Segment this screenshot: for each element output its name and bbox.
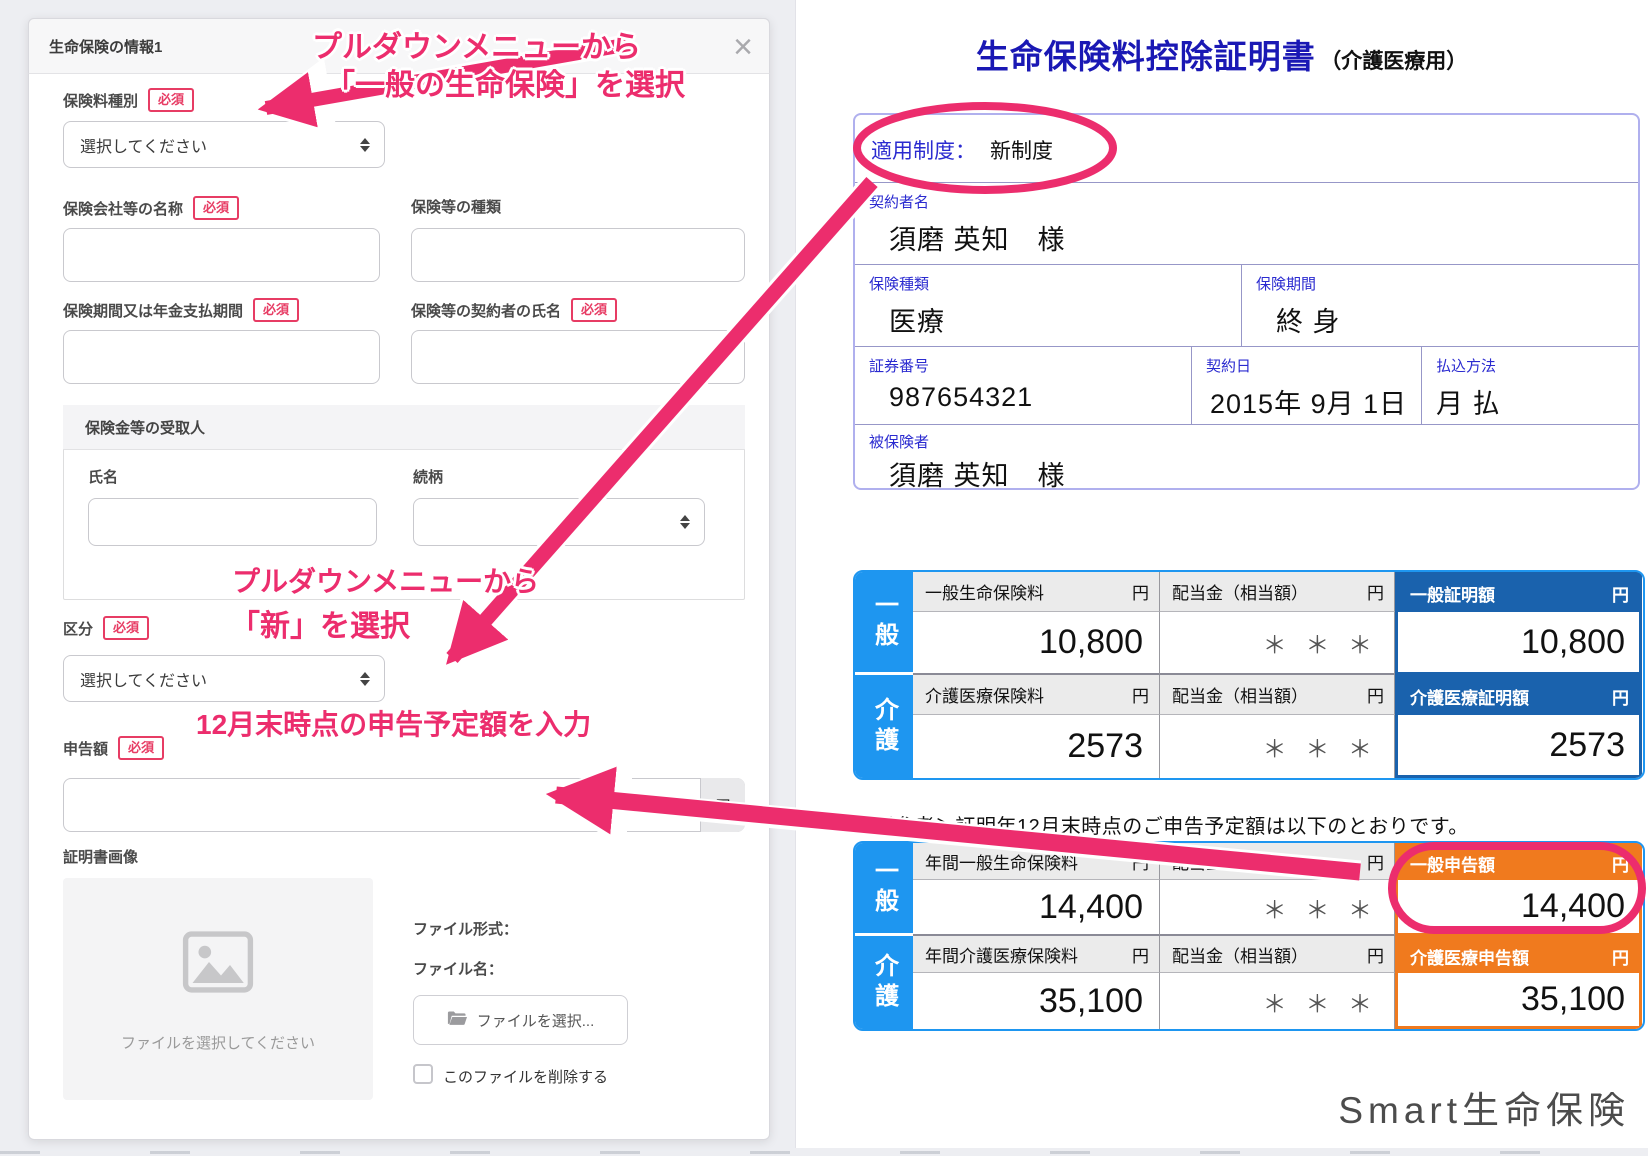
certified-value: 2573 (1395, 715, 1642, 778)
required-badge: 必須 (253, 298, 299, 322)
col-header: 一般生命保険料円 (913, 572, 1160, 612)
col-header: 配当金（相当額）円 (1160, 936, 1395, 973)
select-caret-icon (360, 138, 370, 152)
period-input[interactable] (63, 330, 380, 384)
company-name-label: 保険会社等の名称 必須 (63, 196, 239, 220)
file-name-label: ファイル名： (413, 958, 503, 979)
required-badge: 必須 (571, 298, 617, 322)
declared-value: 14,400 (1395, 880, 1642, 936)
declared-amount-label: 申告額 必須 (63, 736, 164, 760)
yen-addon: 円 (700, 778, 745, 832)
certificate-box: 適用制度： 新制度 契約者名 須磨 英知 様 保険種類 医療 保険期間 終 身 … (853, 113, 1640, 490)
premium-type-select[interactable]: 選択してください (63, 121, 385, 168)
annotation-note1-line2: 「一般の生命保険」を選択 (325, 60, 685, 104)
table-value: ＊ ＊ ＊ (1160, 973, 1395, 1029)
col-header: 介護医療保険料円 (913, 675, 1160, 715)
row-group-label: 介護 (855, 936, 913, 1029)
delete-file-label: このファイルを削除する (443, 1066, 608, 1087)
table-value: 10,800 (913, 612, 1160, 675)
annotation-note3: 12月末時点の申告予定額を入力 (196, 703, 591, 743)
col-header: 配当金（相当額）円 (1160, 843, 1395, 880)
category-label: 区分 必須 (63, 616, 149, 640)
type-period-row: 保険種類 医療 保険期間 終 身 (855, 265, 1638, 347)
annotation-note2-line1: プルダウンメニューから (232, 560, 539, 600)
contractor-row: 契約者名 須磨 英知 様 (855, 183, 1638, 265)
col-header: 年間一般生命保険料円 (913, 843, 1160, 880)
certificate-image-label: 証明書画像 (63, 846, 138, 867)
beneficiary-name-input[interactable] (88, 498, 377, 546)
contractor-name-input[interactable] (411, 330, 745, 384)
delete-file-checkbox[interactable] (413, 1064, 433, 1084)
applied-system-row: 適用制度： 新制度 (855, 115, 1638, 183)
required-badge: 必須 (118, 736, 164, 760)
table-value: ＊ ＊ ＊ (1160, 715, 1395, 778)
beneficiary-section-header: 保険金等の受取人 (63, 405, 745, 450)
file-placeholder-text: ファイルを選択してください (121, 1032, 315, 1053)
certified-col-header: 一般証明額円 (1395, 572, 1642, 612)
close-icon[interactable]: × (733, 23, 753, 71)
payment-method-cell: 払込方法 月 払 (1422, 347, 1642, 424)
reference-note: ＜ご参考＞証明年12月末時点のご申告予定額は以下のとおりです。 (853, 810, 1469, 839)
period-label: 保険期間又は年金支払期間 必須 (63, 298, 299, 322)
annotation-note2-line2: 「新」を選択 (230, 601, 410, 645)
row-group-label: 一般 (855, 843, 913, 936)
image-placeholder-icon (182, 930, 254, 994)
file-format-label: ファイル形式： (413, 918, 518, 939)
declared-value: 35,100 (1395, 973, 1642, 1029)
insurance-kind-label: 保険等の種類 (411, 196, 501, 217)
category-select[interactable]: 選択してください (63, 655, 385, 702)
certified-value: 10,800 (1395, 612, 1642, 675)
declared-col-header: 介護医療申告額円 (1395, 936, 1642, 973)
certified-col-header: 介護医療証明額円 (1395, 675, 1642, 715)
company-name-input[interactable] (63, 228, 380, 282)
col-header: 配当金（相当額）円 (1160, 675, 1395, 715)
folder-icon (447, 1010, 467, 1030)
table-value: 2573 (913, 715, 1160, 778)
table-value: 35,100 (913, 973, 1160, 1029)
insurance-period-cell: 保険期間 終 身 (1242, 265, 1642, 346)
table-value: ＊ ＊ ＊ (1160, 880, 1395, 936)
certified-amount-table: 一般 介護 一般生命保険料円 配当金（相当額）円 一般証明額円 10,800 ＊… (853, 570, 1645, 780)
declared-amount-input[interactable] (63, 778, 745, 832)
policy-row: 証券番号 987654321 契約日 2015年 9月 1日 払込方法 月 払 (855, 347, 1638, 425)
estimated-amount-table: 一般 介護 年間一般生命保険料円 配当金（相当額）円 一般申告額円 14,400… (853, 841, 1645, 1031)
required-badge: 必須 (148, 88, 194, 112)
certificate-title: 生命保険料控除証明書 （介護医療用） (795, 30, 1648, 78)
beneficiary-name-label: 氏名 (88, 466, 118, 487)
policy-number-cell: 証券番号 987654321 (855, 347, 1192, 424)
relationship-select[interactable] (413, 498, 705, 546)
file-dropzone[interactable]: ファイルを選択してください (63, 878, 373, 1100)
bottom-edge-ticks (0, 1151, 1648, 1154)
relationship-label: 続柄 (413, 466, 443, 487)
col-header: 年間介護医療保険料円 (913, 936, 1160, 973)
contractor-name-label: 保険等の契約者の氏名 必須 (411, 298, 617, 322)
table-value: ＊ ＊ ＊ (1160, 612, 1395, 675)
insured-row: 被保険者 須磨 英知 様 (855, 425, 1638, 488)
premium-type-label: 保険料種別 必須 (63, 88, 194, 112)
applied-system-value: 新制度 (990, 135, 1053, 165)
required-badge: 必須 (103, 616, 149, 640)
modal-title: 生命保険の情報1 (49, 36, 162, 57)
select-caret-icon (360, 672, 370, 686)
declared-col-header: 一般申告額円 (1395, 843, 1642, 880)
smart-life-insurance-logo: Smart生命保険 (795, 1080, 1630, 1134)
file-select-button[interactable]: ファイルを選択... (413, 995, 628, 1045)
table-value: 14,400 (913, 880, 1160, 936)
required-badge: 必須 (193, 196, 239, 220)
select-caret-icon (680, 515, 690, 529)
applied-system-label: 適用制度： (871, 135, 976, 165)
contract-date-cell: 契約日 2015年 9月 1日 (1192, 347, 1422, 424)
row-group-label: 一般 (855, 572, 913, 675)
row-group-label: 介護 (855, 675, 913, 778)
insurance-kind-input[interactable] (411, 228, 745, 282)
col-header: 配当金（相当額）円 (1160, 572, 1395, 612)
insurance-type-cell: 保険種類 医療 (855, 265, 1242, 346)
